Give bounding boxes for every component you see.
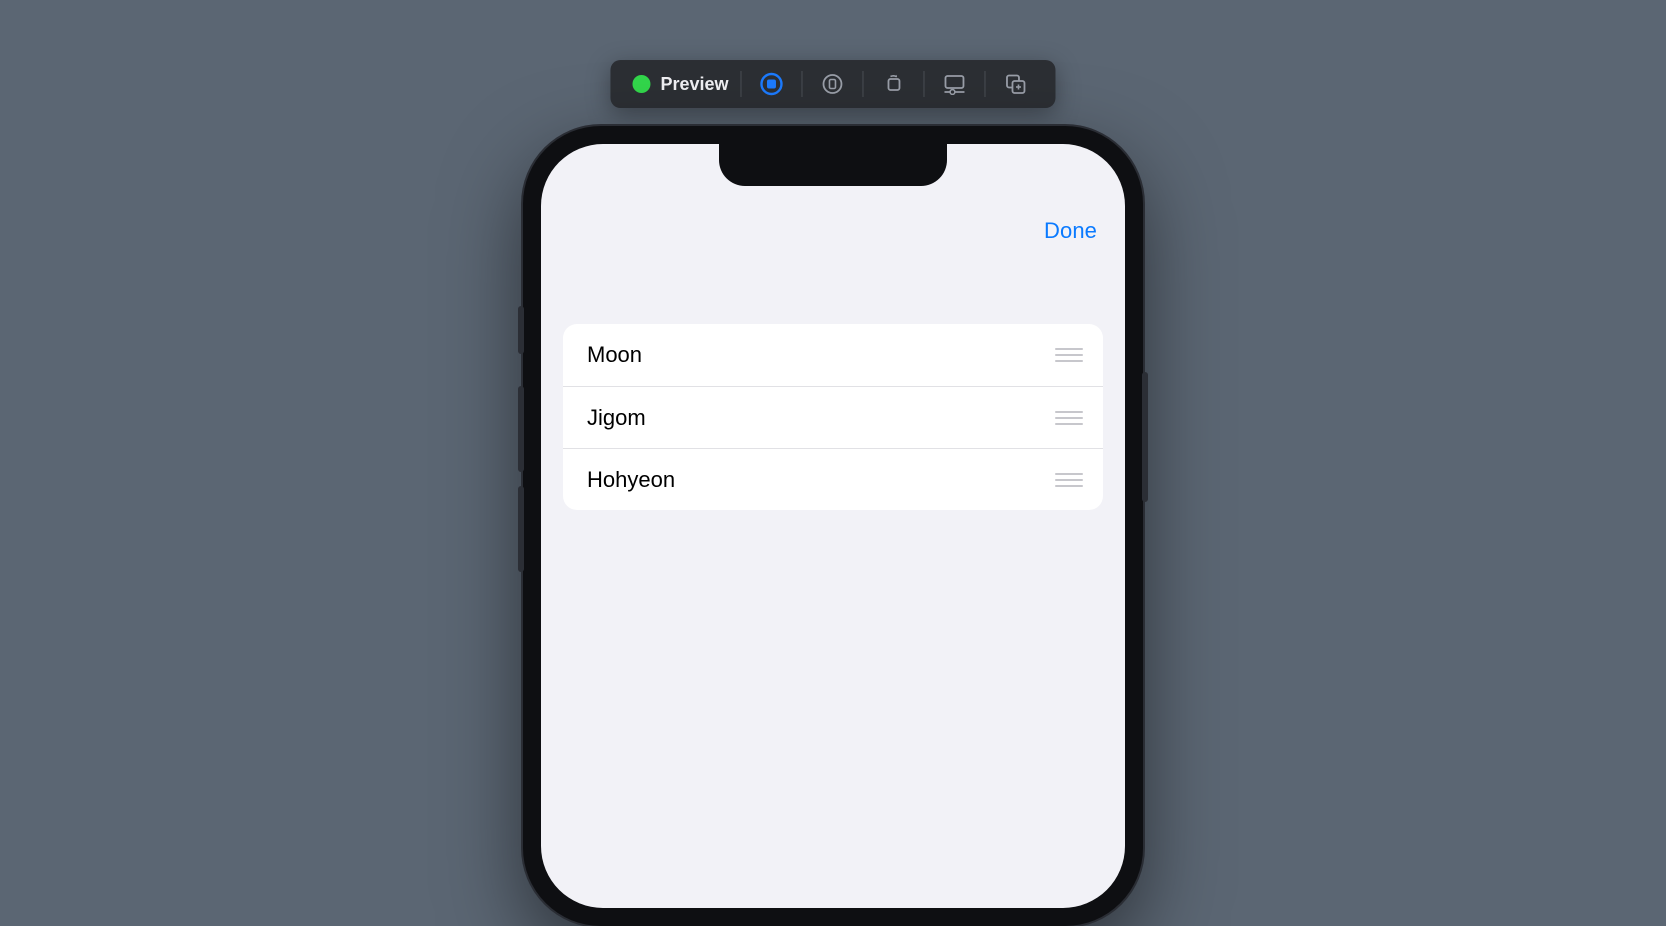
xcode-preview-toolbar: Preview [610, 60, 1055, 108]
device-settings-button[interactable] [937, 66, 973, 102]
selectable-icon [822, 73, 844, 95]
reorder-handle-icon[interactable] [1055, 411, 1083, 425]
phone-notch [719, 144, 947, 186]
reorder-handle-icon[interactable] [1055, 348, 1083, 362]
list-item[interactable]: Hohyeon [563, 448, 1103, 510]
power-button [1142, 372, 1148, 502]
list-item[interactable]: Moon [563, 324, 1103, 386]
preview-label: Preview [660, 74, 728, 95]
volume-up-button [518, 386, 524, 472]
list-item-label: Moon [587, 342, 642, 368]
selectable-mode-button[interactable] [815, 66, 851, 102]
done-button[interactable]: Done [1044, 218, 1097, 244]
variants-button[interactable] [998, 66, 1034, 102]
list-card: Moon Jigom Hohyeon [563, 324, 1103, 510]
preview-running-indicator [632, 75, 650, 93]
live-preview-icon [760, 72, 784, 96]
list-item-label: Hohyeon [587, 467, 675, 493]
volume-down-button [518, 486, 524, 572]
list-area: Moon Jigom Hohyeon [541, 252, 1125, 510]
variants-icon [1005, 73, 1027, 95]
mute-switch [518, 306, 524, 354]
phone-mockup: Done Moon Jigom [523, 126, 1143, 926]
device-settings-icon [943, 73, 967, 95]
preview-status-section: Preview [620, 60, 740, 108]
phone-screen: Done Moon Jigom [541, 144, 1125, 908]
list-item-label: Jigom [587, 405, 646, 431]
list-item[interactable]: Jigom [563, 386, 1103, 448]
reorder-handle-icon[interactable] [1055, 473, 1083, 487]
rotate-icon [883, 73, 905, 95]
live-preview-button[interactable] [754, 66, 790, 102]
orientation-button[interactable] [876, 66, 912, 102]
phone-frame: Done Moon Jigom [523, 126, 1143, 926]
